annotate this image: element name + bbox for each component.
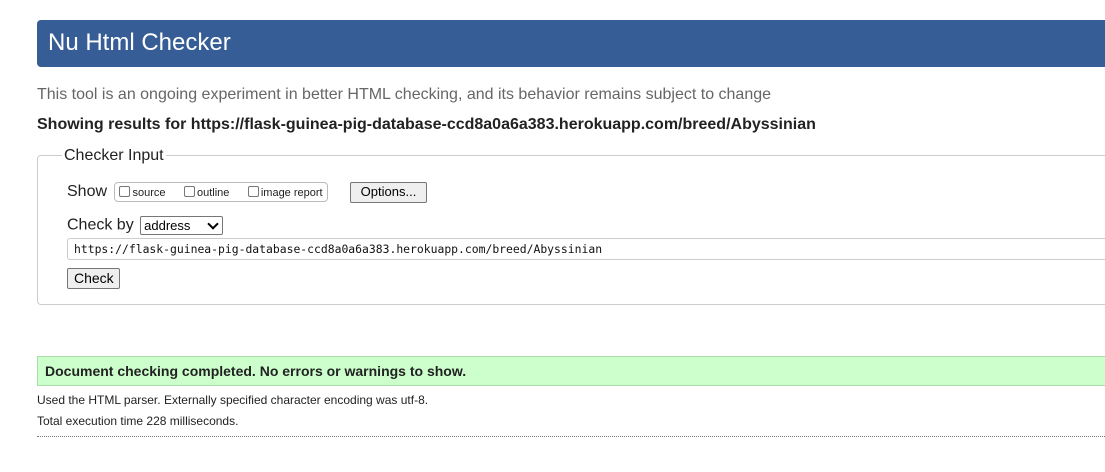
- check-by-selected-value: address: [144, 218, 191, 233]
- header-bar: Nu Html Checker: [37, 20, 1105, 67]
- options-button[interactable]: Options...: [350, 182, 427, 203]
- success-message: Document checking completed. No errors o…: [45, 363, 467, 379]
- tagline: This tool is an ongoing experiment in be…: [37, 86, 772, 103]
- url-input[interactable]: https://flask-guinea-pig-database-ccd8a0…: [67, 238, 1105, 260]
- success-message-bar: Document checking completed. No errors o…: [37, 356, 1105, 386]
- execution-time: Total execution time 228 milliseconds.: [37, 414, 239, 428]
- show-outline-option[interactable]: outline: [183, 185, 230, 201]
- parser-info: Used the HTML parser. Externally specifi…: [37, 393, 429, 407]
- show-label: Show: [67, 183, 108, 200]
- check-by-row: Check by address: [67, 216, 224, 235]
- showing-results-heading: Showing results for https://flask-guinea…: [37, 116, 816, 133]
- source-checkbox[interactable]: [119, 186, 131, 197]
- page: Nu Html Checker This tool is an ongoing …: [0, 0, 1105, 472]
- source-label: source: [132, 187, 166, 199]
- checker-input-legend: Checker Input: [62, 147, 166, 165]
- show-source-option[interactable]: source: [119, 185, 166, 201]
- image-report-label: image report: [260, 187, 323, 199]
- outline-label: outline: [196, 187, 230, 199]
- checker-input-fieldset: Checker Input Show source outline image …: [37, 147, 1105, 305]
- check-by-select[interactable]: address: [140, 216, 224, 235]
- check-button[interactable]: Check: [67, 268, 120, 289]
- outline-checkbox[interactable]: [183, 186, 195, 197]
- page-title: Nu Html Checker: [48, 29, 231, 56]
- show-options-row: Show source outline image report: [67, 182, 328, 204]
- check-by-label: Check by: [67, 216, 134, 234]
- chevron-down-icon: [207, 218, 219, 230]
- show-image-report-option[interactable]: image report: [247, 185, 323, 201]
- image-report-checkbox[interactable]: [247, 186, 259, 197]
- divider: [37, 436, 1105, 437]
- show-options-group: source outline image report: [114, 182, 328, 202]
